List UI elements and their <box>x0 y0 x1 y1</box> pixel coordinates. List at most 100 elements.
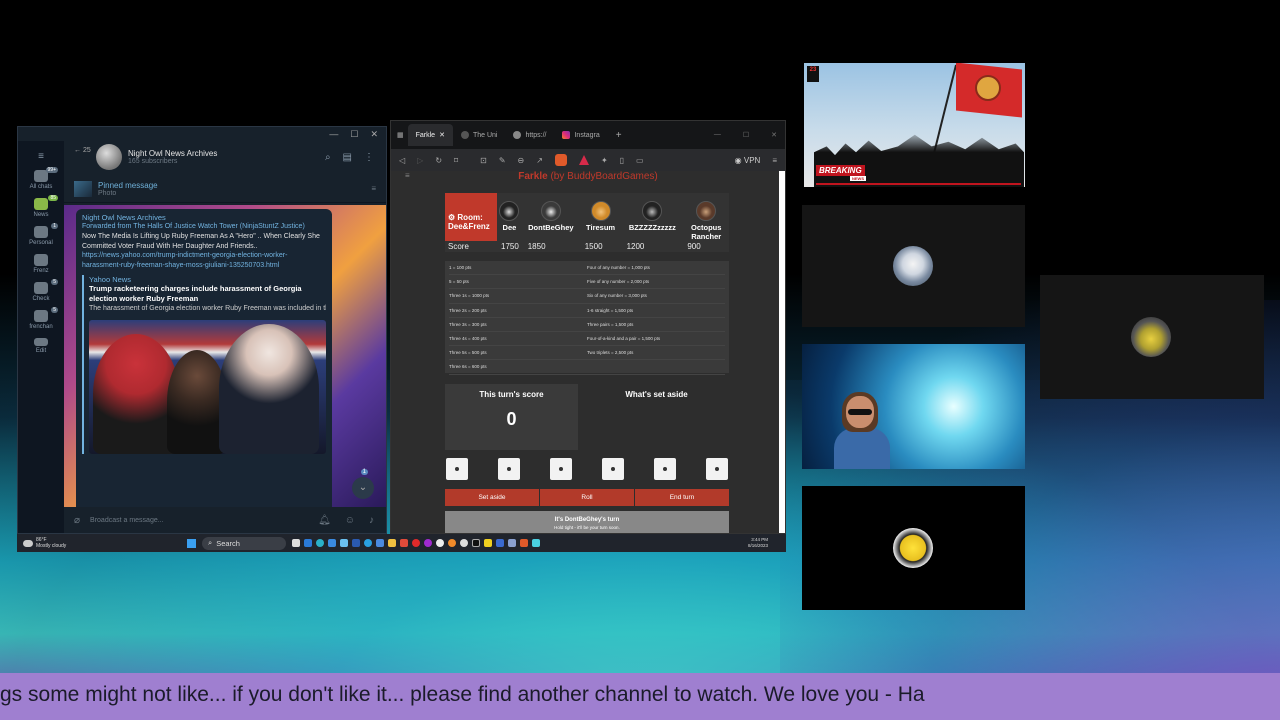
new-tab-icon[interactable]: + <box>616 130 622 141</box>
share-icon[interactable]: ↗ <box>536 156 543 165</box>
minimize-icon[interactable]: — <box>714 131 721 139</box>
pinned-message-bar[interactable]: Pinned message Photo ≡ <box>64 175 386 203</box>
mute-icon[interactable]: ✎ <box>499 156 506 165</box>
game-brand[interactable]: (by BuddyBoardGames) <box>548 171 657 182</box>
page-scrollbar[interactable] <box>779 171 785 533</box>
die[interactable] <box>654 458 676 480</box>
participant-tile[interactable] <box>802 205 1025 327</box>
die[interactable] <box>446 458 468 480</box>
maximize-icon[interactable]: ☐ <box>743 131 749 139</box>
app-icon[interactable] <box>340 539 348 547</box>
reload-icon[interactable]: ↻ <box>435 156 442 165</box>
windows-taskbar: 86°F Mostly cloudy ⌕ Search 3:44 PM 8/16… <box>17 534 786 552</box>
app-icon[interactable] <box>412 539 420 547</box>
message-link[interactable]: https://news.yahoo.com/trump-indictment-… <box>82 251 326 270</box>
scroll-down-icon[interactable]: ⌄ <box>352 477 374 499</box>
discussion-icon[interactable]: ▤ <box>343 152 352 163</box>
menu-icon[interactable]: ≡ <box>18 151 64 162</box>
task-view-icon[interactable] <box>292 539 300 547</box>
pin-list-icon[interactable]: ≡ <box>371 184 376 193</box>
weather-widget[interactable]: 86°F Mostly cloudy <box>17 537 187 549</box>
app-icon[interactable] <box>436 539 444 547</box>
link-preview[interactable]: Yahoo News Trump racketeering charges in… <box>82 275 326 454</box>
die[interactable] <box>498 458 520 480</box>
brave-shield-icon[interactable] <box>554 154 567 166</box>
tab-third[interactable]: https:// <box>505 124 554 146</box>
lock-icon[interactable]: ⊡ <box>480 156 487 165</box>
die[interactable] <box>550 458 572 480</box>
die[interactable] <box>706 458 728 480</box>
attach-icon[interactable]: ⌀ <box>74 515 80 526</box>
composer-input[interactable]: Broadcast a message... <box>90 517 164 524</box>
bell-icon[interactable]: 🔔︎ <box>318 515 331 526</box>
sliders-icon <box>34 338 48 346</box>
tab-farkle[interactable]: Farkle ✕ <box>407 124 453 146</box>
tab-second[interactable]: The Uni <box>453 124 506 146</box>
folder-edit[interactable]: Edit <box>18 338 64 354</box>
tab-menu-icon[interactable]: ▦ <box>397 131 404 139</box>
app-icon[interactable] <box>508 539 516 547</box>
vpn-button[interactable]: ◉ VPN <box>735 156 761 165</box>
edge-icon[interactable] <box>316 539 324 547</box>
firefox-icon[interactable] <box>448 539 456 547</box>
search-icon[interactable]: ⌕ <box>325 152 331 163</box>
gear-icon[interactable]: ⚙ <box>448 213 455 222</box>
folder-frenchan[interactable]: 5 frenchan <box>18 307 64 330</box>
end-turn-button[interactable]: End turn <box>635 489 729 506</box>
set-aside-button[interactable]: Set aside <box>445 489 539 506</box>
channel-name[interactable]: Night Owl News Archives <box>128 149 217 158</box>
extensions-icon[interactable]: ✦ <box>601 156 608 165</box>
more-icon[interactable]: ⋮ <box>364 152 374 163</box>
app-icon[interactable] <box>424 539 432 547</box>
app-icon[interactable] <box>532 539 540 547</box>
app-icon[interactable] <box>472 539 480 547</box>
forwarded-from[interactable]: Forwarded from The Halls Of Justice Watc… <box>82 222 326 231</box>
windows-start-icon[interactable] <box>187 538 196 548</box>
zoom-icon[interactable]: ⊖ <box>518 156 525 165</box>
telegram-icon[interactable] <box>364 539 372 547</box>
chrome-icon[interactable] <box>460 539 468 547</box>
bookmark-icon[interactable]: ⌑ <box>454 156 458 165</box>
tab-instagram[interactable]: Instagra <box>554 124 607 146</box>
app-icon[interactable] <box>352 539 360 547</box>
close-icon[interactable]: ✕ <box>771 131 777 139</box>
taskbar-search[interactable]: ⌕ Search <box>202 536 286 550</box>
folder-frenz[interactable]: Frenz <box>18 254 64 274</box>
close-icon[interactable]: ✕ <box>370 129 378 140</box>
app-icon[interactable] <box>484 539 492 547</box>
folder-check[interactable]: 5 Check <box>18 279 64 302</box>
close-tab-icon[interactable]: ✕ <box>439 131 445 139</box>
app-icon[interactable] <box>400 539 408 547</box>
microphone-icon[interactable]: ♪ <box>369 515 374 526</box>
channel-avatar[interactable] <box>96 144 122 170</box>
back-arrow-icon[interactable]: ← 25 <box>74 147 91 154</box>
message-bubble[interactable]: Night Owl News Archives Forwarded from T… <box>76 209 332 507</box>
participant-camera-tile[interactable] <box>802 344 1025 469</box>
participant-tile[interactable] <box>802 486 1025 610</box>
brave-icon[interactable] <box>520 539 528 547</box>
app-icon[interactable] <box>496 539 504 547</box>
sidebar-icon[interactable]: ▯ <box>620 156 624 165</box>
preview-image[interactable] <box>89 319 326 454</box>
roll-button[interactable]: Roll <box>540 489 634 506</box>
app-icon[interactable] <box>376 539 384 547</box>
turn-score-value: 0 <box>506 409 517 429</box>
forward-icon[interactable]: ▷ <box>417 156 423 165</box>
folder-personal[interactable]: 1 Personal <box>18 223 64 246</box>
taskbar-clock[interactable]: 3:44 PM 8/16/2023 <box>748 537 786 549</box>
folder-icon[interactable] <box>388 539 396 547</box>
store-icon[interactable] <box>328 539 336 547</box>
minimize-icon[interactable]: — <box>329 129 338 139</box>
back-icon[interactable]: ◁ <box>399 156 405 165</box>
message-composer: ⌀ Broadcast a message... 🔔︎ ☺ ♪ <box>64 507 386 533</box>
participant-tile[interactable] <box>1040 275 1264 399</box>
folder-news[interactable]: 85 News <box>18 195 64 218</box>
app-icon[interactable] <box>304 539 312 547</box>
die[interactable] <box>602 458 624 480</box>
rewards-icon[interactable] <box>578 155 589 165</box>
emoji-icon[interactable]: ☺ <box>345 515 355 526</box>
maximize-icon[interactable]: ☐ <box>350 129 358 140</box>
folder-all-chats[interactable]: 99+ All chats <box>18 167 64 190</box>
wallet-icon[interactable]: ▭ <box>636 156 644 165</box>
browser-menu-icon[interactable]: ≡ <box>772 156 777 165</box>
